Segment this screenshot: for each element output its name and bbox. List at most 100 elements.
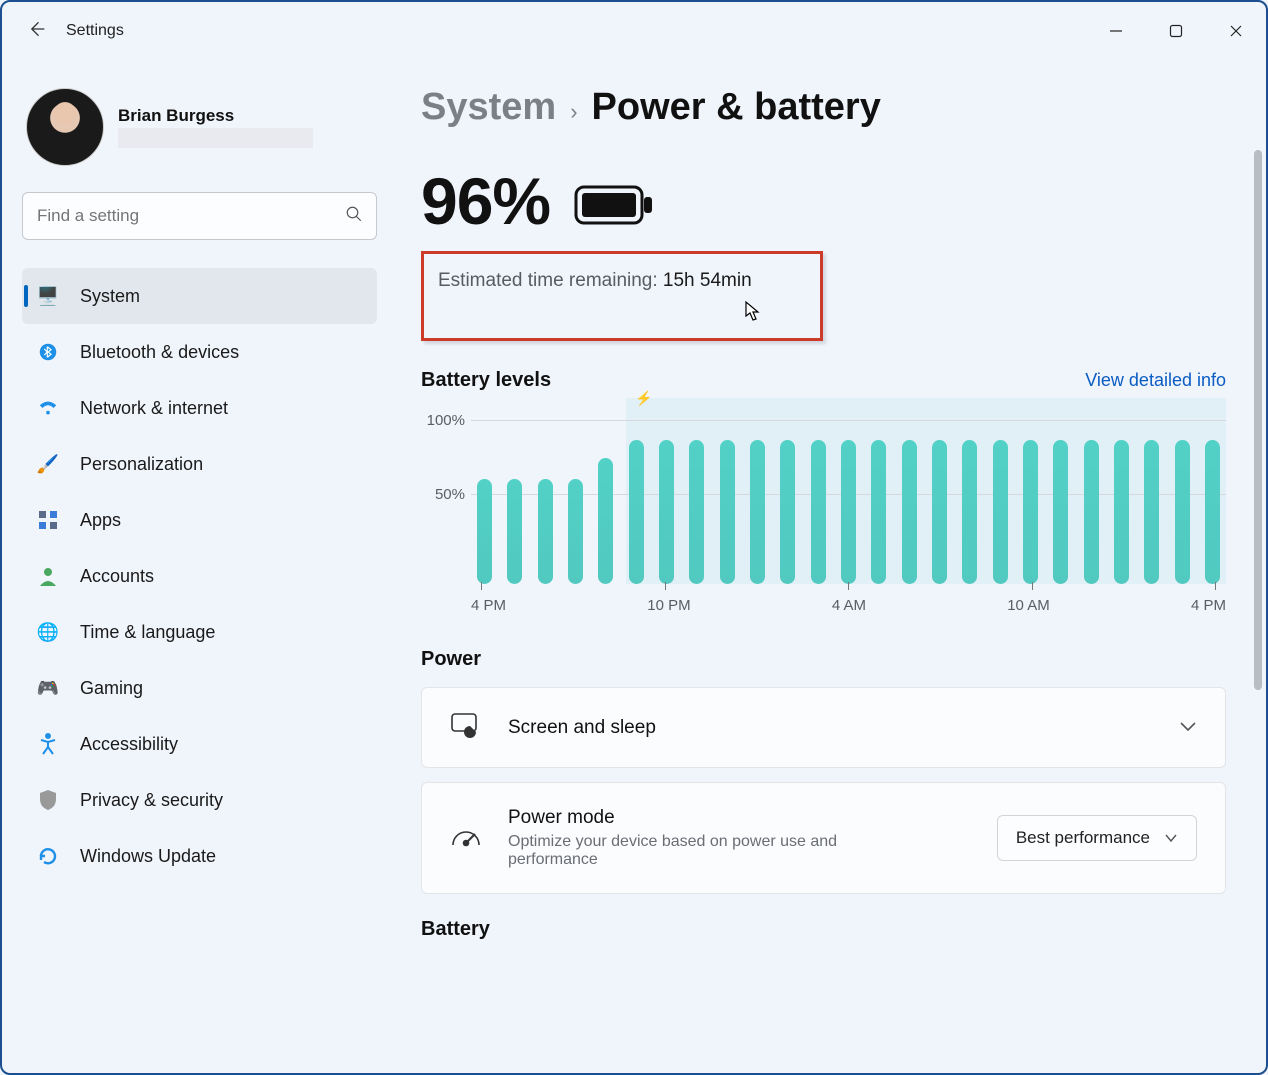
- chart-bar: [568, 479, 583, 584]
- chart-bars: [471, 408, 1226, 584]
- nav-item-system[interactable]: 🖥️ System: [22, 268, 377, 324]
- page-title: Power & battery: [592, 86, 881, 129]
- xtick: 10 PM: [647, 597, 690, 614]
- person-icon: [36, 564, 60, 588]
- gauge-icon: [450, 825, 480, 852]
- apps-icon: [36, 508, 60, 532]
- chevron-down-icon: [1179, 719, 1197, 737]
- cursor-icon: [744, 300, 762, 328]
- chart-bar: [1084, 440, 1099, 584]
- chart-bar: [1175, 440, 1190, 584]
- screen-and-sleep-card[interactable]: Screen and sleep: [421, 687, 1226, 768]
- nav-label: Windows Update: [80, 846, 216, 867]
- chart-bar: [1205, 440, 1220, 584]
- wifi-icon: [36, 396, 60, 420]
- nav-item-apps[interactable]: Apps: [22, 492, 377, 548]
- chart-x-labels: 4 PM 10 PM 4 AM 10 AM 4 PM: [471, 597, 1226, 614]
- chart-bar: [750, 440, 765, 584]
- chart-bar: [993, 440, 1008, 584]
- xtick: 4 PM: [1191, 597, 1226, 614]
- brush-icon: 🖌️: [36, 452, 60, 476]
- system-icon: 🖥️: [36, 284, 60, 308]
- nav-label: Accessibility: [80, 734, 178, 755]
- chart-bar: [689, 440, 704, 584]
- nav-item-gaming[interactable]: 🎮 Gaming: [22, 660, 377, 716]
- shield-icon: [36, 788, 60, 812]
- chart-bar: [720, 440, 735, 584]
- breadcrumb-parent[interactable]: System: [421, 86, 556, 129]
- estimated-value: 15h 54min: [663, 270, 752, 291]
- card-title: Power mode: [508, 807, 969, 829]
- nav-label: Bluetooth & devices: [80, 342, 239, 363]
- battery-section-heading: Battery: [421, 918, 1226, 941]
- chart-y-labels: 100% 50%: [421, 408, 471, 608]
- user-block[interactable]: Brian Burgess: [22, 70, 377, 166]
- ytick-50: 50%: [435, 486, 465, 503]
- chart-bar: [1023, 440, 1038, 584]
- nav-item-network[interactable]: Network & internet: [22, 380, 377, 436]
- chevron-down-icon: [1164, 833, 1178, 843]
- bluetooth-icon: [36, 340, 60, 364]
- chart-bar: [1114, 440, 1129, 584]
- chart-bar: [629, 440, 644, 584]
- nav-list: 🖥️ System Bluetooth & devices Network & i…: [22, 268, 377, 884]
- estimated-label: Estimated time remaining:: [438, 270, 663, 291]
- chart-bar: [871, 440, 886, 584]
- nav-label: Personalization: [80, 454, 203, 475]
- breadcrumb: System › Power & battery: [421, 86, 1226, 129]
- battery-percent: 96%: [421, 163, 550, 239]
- ytick-100: 100%: [427, 412, 465, 429]
- sidebar: Brian Burgess 🖥️ System Bluetooth & devic…: [2, 60, 397, 1073]
- nav-item-accounts[interactable]: Accounts: [22, 548, 377, 604]
- search-input[interactable]: [22, 192, 377, 240]
- gamepad-icon: 🎮: [36, 676, 60, 700]
- user-email-redacted: [118, 128, 313, 148]
- chart-bar: [598, 458, 613, 584]
- view-detailed-info-link[interactable]: View detailed info: [1085, 370, 1226, 391]
- battery-percent-row: 96%: [421, 163, 1226, 239]
- nav-item-bluetooth[interactable]: Bluetooth & devices: [22, 324, 377, 380]
- nav-label: System: [80, 286, 140, 307]
- chart-bar: [811, 440, 826, 584]
- globe-clock-icon: 🌐: [36, 620, 60, 644]
- battery-levels-header: Battery levels View detailed info: [421, 369, 1226, 392]
- card-title: Screen and sleep: [508, 717, 1151, 739]
- nav-label: Privacy & security: [80, 790, 223, 811]
- close-button[interactable]: [1206, 11, 1266, 51]
- chart-bar: [507, 479, 522, 584]
- power-section: Power Screen and sleep Power mode Optimi…: [421, 648, 1226, 894]
- window-controls: [1086, 11, 1266, 51]
- app-title: Settings: [66, 22, 124, 40]
- nav-label: Time & language: [80, 622, 215, 643]
- nav-item-accessibility[interactable]: Accessibility: [22, 716, 377, 772]
- scrollbar[interactable]: [1250, 150, 1262, 1055]
- chart-bar: [780, 440, 795, 584]
- battery-levels-chart: 100% 50% ⚡ 4 PM 10 PM 4 AM 10 AM 4 PM: [421, 408, 1226, 608]
- nav-label: Accounts: [80, 566, 154, 587]
- minimize-button[interactable]: [1086, 11, 1146, 51]
- nav-item-personalization[interactable]: 🖌️ Personalization: [22, 436, 377, 492]
- nav-item-privacy[interactable]: Privacy & security: [22, 772, 377, 828]
- update-icon: [36, 844, 60, 868]
- xtick: 4 PM: [471, 597, 506, 614]
- scrollbar-thumb[interactable]: [1254, 150, 1262, 690]
- chart-body[interactable]: ⚡ 4 PM 10 PM 4 AM 10 AM 4 PM: [471, 408, 1226, 608]
- nav-item-windows-update[interactable]: Windows Update: [22, 828, 377, 884]
- nav-label: Network & internet: [80, 398, 228, 419]
- chart-bar: [1053, 440, 1068, 584]
- battery-levels-title: Battery levels: [421, 369, 551, 392]
- search-box[interactable]: [22, 192, 377, 240]
- maximize-button[interactable]: [1146, 11, 1206, 51]
- nav-label: Gaming: [80, 678, 143, 699]
- highlight-box: Estimated time remaining: 15h 54min: [421, 251, 823, 341]
- back-button[interactable]: [26, 19, 46, 44]
- titlebar: Settings: [2, 2, 1266, 60]
- power-mode-select[interactable]: Best performance: [997, 815, 1197, 861]
- battery-icon: [574, 183, 654, 227]
- chart-bar: [902, 440, 917, 584]
- chart-ticks: [471, 582, 1226, 590]
- screen-sleep-icon: [450, 712, 480, 743]
- chart-bar: [1144, 440, 1159, 584]
- nav-item-time-language[interactable]: 🌐 Time & language: [22, 604, 377, 660]
- avatar: [26, 88, 104, 166]
